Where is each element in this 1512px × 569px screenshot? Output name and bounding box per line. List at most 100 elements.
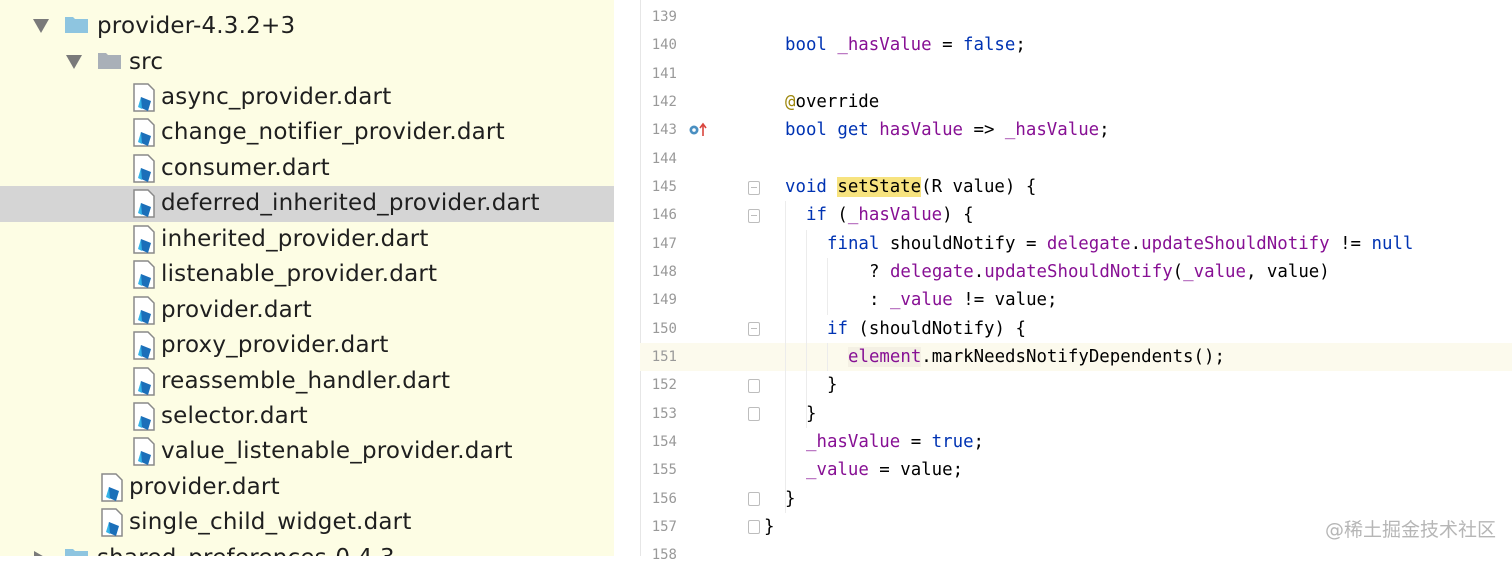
override-method-icon[interactable] [688,122,710,138]
code-token: ; [1099,120,1110,140]
code-line-156[interactable]: } [785,485,795,513]
code-line-152[interactable]: } [827,371,837,399]
code-token: (R value) { [921,177,1037,197]
project-tree: provider-4.3.2+3 src async_provider.dart… [0,0,614,556]
tree-item-file[interactable]: provider.dart [0,470,614,506]
dart-file-icon [133,260,155,289]
code-token: = value; [868,460,964,480]
line-number: 158 [651,547,677,563]
tree-item-label: consumer.dart [161,155,330,181]
code-line-149[interactable]: : _value != value; [869,286,1057,314]
tree-item-src[interactable]: src [0,45,614,81]
tree-item-file[interactable]: value_listenable_provider.dart [0,434,614,470]
tree-item-label: single_child_widget.dart [129,509,412,535]
tree-item-file[interactable]: inherited_provider.dart [0,222,614,258]
line-number: 140 [651,37,677,53]
tree-item-file[interactable]: consumer.dart [0,151,614,187]
code-token: _hasValue [806,432,901,452]
code-token: = [900,432,932,452]
code-token: bool [785,35,838,55]
code-token: != [1329,234,1372,254]
fold-end-marker-icon[interactable] [748,492,760,506]
code-line-140[interactable]: bool _hasValue = false; [785,31,1026,59]
fold-marker-icon[interactable] [748,181,760,195]
line-number: 154 [651,434,677,450]
tree-item-file[interactable]: selector.dart [0,399,614,435]
tree-item-provider-package[interactable]: provider-4.3.2+3 [0,9,614,45]
expand-arrow-icon[interactable] [66,55,82,69]
code-token: } [806,404,817,424]
tree-item-file[interactable]: reassemble_handler.dart [0,364,614,400]
code-token: . [973,262,985,282]
code-line-153[interactable]: } [806,400,816,428]
code-token: final [827,234,890,254]
dart-file-icon [133,296,155,325]
panel-splitter[interactable] [614,0,640,556]
code-line-146[interactable]: if (_hasValue) { [806,201,974,229]
code-line-155[interactable]: _value = value; [806,456,963,484]
tree-item-label: listenable_provider.dart [161,261,438,287]
line-number: 155 [651,462,677,478]
tree-item-label: src [129,49,164,75]
tree-item-file[interactable]: listenable_provider.dart [0,257,614,293]
code-token: @ [785,92,796,112]
code-token: _hasValue [847,205,943,225]
package-folder-icon [65,549,88,556]
code-line-143[interactable]: bool get hasValue => _hasValue; [785,116,1110,144]
code-line-145[interactable]: void setState(R value) { [785,173,1036,201]
tree-item-file[interactable]: proxy_provider.dart [0,328,614,364]
code-token: hasValue [879,120,964,140]
code-token: , value) [1245,262,1330,282]
code-token: (shouldNotify) { [858,319,1026,339]
code-token: shouldNotify = [889,234,1047,254]
tree-item-label: deferred_inherited_provider.dart [161,190,540,216]
code-line-148[interactable]: ? delegate.updateShouldNotify(_value, va… [869,258,1330,286]
tree-item-label: reassemble_handler.dart [161,368,451,394]
line-number: 153 [651,406,677,422]
tree-item-label: provider.dart [161,297,312,323]
tree-item-file-selected[interactable]: deferred_inherited_provider.dart [0,186,614,222]
code-token: _hasValue [837,35,932,55]
code-token: override [795,92,880,112]
code-line-150[interactable]: if (shouldNotify) { [827,315,1026,343]
code-token: _value [806,460,869,480]
code-line-142[interactable]: @override [785,88,879,116]
dart-file-icon [133,402,155,431]
tree-item-file[interactable]: provider.dart [0,293,614,329]
code-token: false [963,35,1016,55]
tree-item-label: change_notifier_provider.dart [161,119,505,145]
tree-item-label: provider-4.3.2+3 [97,13,296,39]
expand-arrow-icon[interactable] [33,19,49,33]
fold-end-marker-icon[interactable] [748,520,760,534]
code-token: } [827,375,838,395]
watermark: @稀土掘金技术社区 [1324,519,1496,541]
code-token: void [785,177,838,197]
line-number: 156 [651,491,677,507]
code-token: = [931,35,964,55]
code-token: ; [973,432,985,452]
code-line-151[interactable]: element.markNeedsNotifyDependents(); [848,343,1225,371]
tree-item-file[interactable]: async_provider.dart [0,80,614,116]
line-number: 149 [651,292,677,308]
line-number: 152 [651,377,677,393]
tree-item-label: async_provider.dart [161,84,392,110]
tree-item-label: selector.dart [161,403,308,429]
code-token: updateShouldNotify [984,262,1173,282]
fold-marker-icon[interactable] [748,209,760,223]
line-number: 157 [651,519,677,535]
fold-end-marker-icon[interactable] [748,379,760,393]
tree-item-file[interactable]: single_child_widget.dart [0,505,614,541]
tree-item-file[interactable]: change_notifier_provider.dart [0,115,614,151]
code-token: => [963,120,1005,140]
code-line-147[interactable]: final shouldNotify = delegate.updateShou… [827,230,1413,258]
code-line-157[interactable]: } [764,513,774,541]
fold-end-marker-icon[interactable] [748,407,760,421]
line-number: 151 [651,349,677,365]
fold-marker-icon[interactable] [748,322,760,336]
code-line-154[interactable]: _hasValue = true; [806,428,984,456]
collapse-arrow-icon[interactable] [34,551,48,556]
package-folder-icon [65,17,88,33]
dart-file-icon [133,83,155,112]
line-number: 143 [651,122,677,138]
tree-item-shared-preferences[interactable]: shared_preferences-0.4.3 [0,541,614,556]
